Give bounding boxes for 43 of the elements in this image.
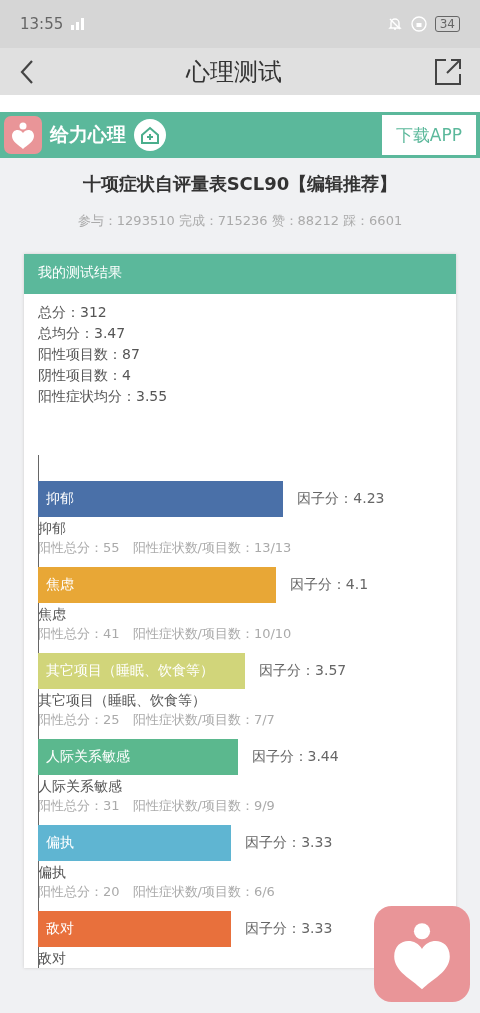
test-stats: 参与：1293510 完成：715236 赞：88212 踩：6601 [76,212,404,230]
factor-name: 人际关系敏感 [38,778,123,796]
factor-name: 偏执 [38,864,67,882]
lock-icon [410,16,427,32]
factor-name: 焦虑 [38,606,67,624]
factor-detail: 阳性总分：55 阳性症状数/项目数：13/13 [38,539,293,557]
download-app-button[interactable]: 下载APP [381,115,476,155]
factor-score: 因子分：3.33 [245,834,333,852]
factor-bar: 偏执 [38,825,232,861]
factor-bar: 人际关系敏感 [38,739,238,775]
clock-time: 13:55 [20,15,64,33]
factor-detail: 阳性总分：20 阳性症状数/项目数：6/6 [38,883,276,901]
summary-line: 总分：312 [38,303,108,322]
factor-name: 抑郁 [38,520,67,538]
battery-indicator: 34 [434,16,460,32]
signal-icon [71,18,85,30]
factor-score: 因子分：3.44 [251,748,339,766]
factor-bar: 焦虑 [38,567,276,603]
factor-detail: 阳性总分：31 阳性症状数/项目数：9/9 [38,797,276,815]
share-icon[interactable] [434,57,462,86]
summary-line: 阳性症状均分：3.55 [38,387,169,406]
test-title: 十项症状自评量表SCL90【编辑推荐】 [81,172,399,196]
back-icon[interactable] [20,58,34,85]
summary-line: 总均分：3.47 [38,324,127,343]
page-title: 心理测试 [186,56,282,88]
home-icon[interactable] [134,119,166,151]
factor-name: 敌对 [38,950,67,968]
result-header: 我的测试结果 [24,254,456,294]
factor-bar: 其它项目（睡眠、饮食等） [38,653,246,689]
factor-bar: 抑郁 [38,481,284,517]
factor-score: 因子分：4.1 [289,576,369,594]
factor-score: 因子分：3.33 [245,920,333,938]
summary-line: 阳性项目数：87 [38,345,141,364]
brand-name: 给力心理 [50,122,126,147]
factor-score: 因子分：4.23 [297,490,385,508]
factor-bar: 敌对 [38,911,232,947]
bell-muted-icon [386,16,403,32]
factor-detail: 阳性总分：25 阳性症状数/项目数：7/7 [38,711,276,729]
summary-line: 阴性项目数：4 [38,366,132,385]
factor-detail: 阳性总分：41 阳性症状数/项目数：10/10 [38,625,293,643]
factor-score: 因子分：3.57 [259,662,347,680]
factor-name: 其它项目（睡眠、饮食等） [38,692,207,710]
heart-logo-icon [4,116,42,154]
